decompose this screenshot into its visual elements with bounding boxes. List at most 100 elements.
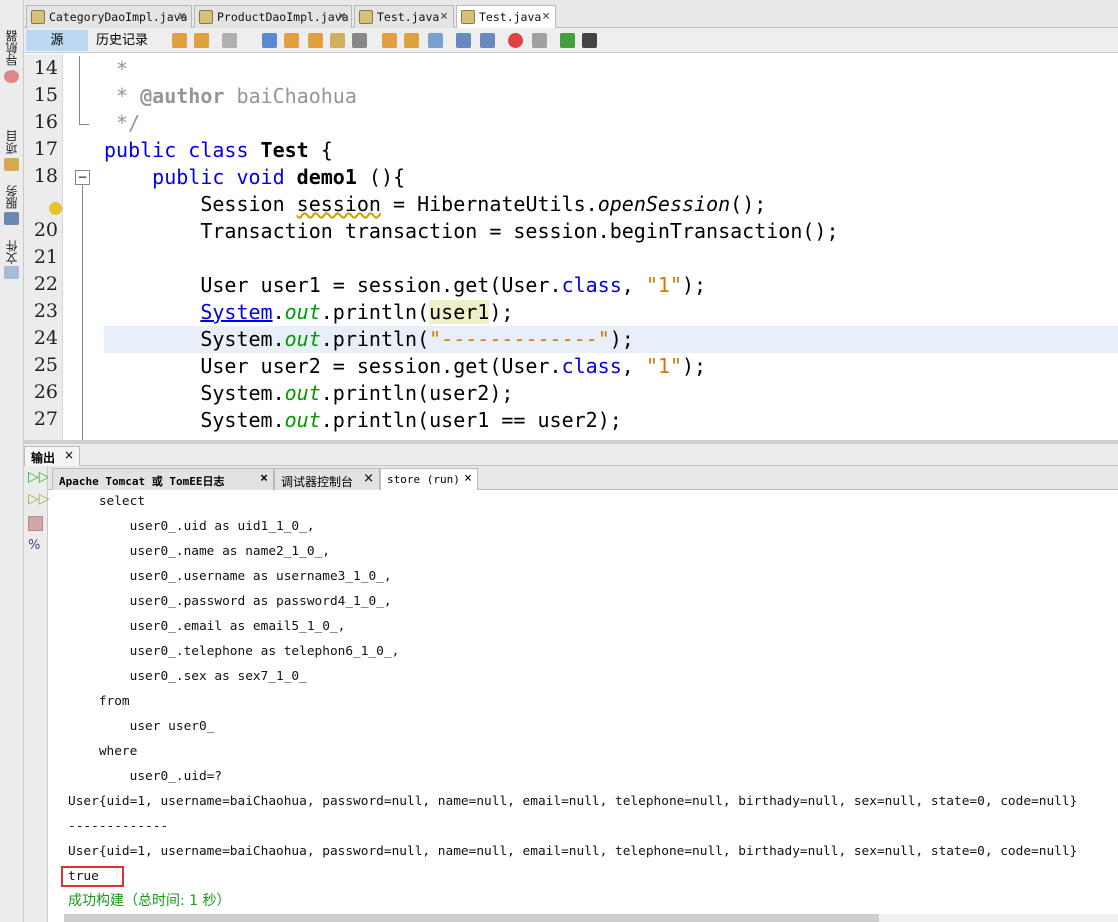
editor-tab-bar: CategoryDaoImpl.java × ProductDaoImpl.java…	[24, 0, 1118, 28]
line-number: 27	[33, 408, 58, 430]
console-line: user user0_	[68, 719, 215, 734]
close-icon[interactable]: ×	[464, 471, 472, 486]
java-file-icon	[31, 10, 45, 24]
back-icon[interactable]	[172, 33, 187, 48]
disabled-icon[interactable]	[222, 33, 237, 48]
code-line: Transaction transaction = session.beginT…	[104, 218, 1118, 245]
history-view-button[interactable]: 历史记录	[96, 30, 148, 51]
files-panel-tab[interactable]: 文件	[3, 240, 20, 264]
select-rectangle-icon[interactable]	[352, 33, 367, 48]
toggle-highlight-icon[interactable]	[330, 33, 345, 48]
code-line: public class Test {	[104, 137, 1118, 164]
output-subtab[interactable]: 调试器控制台 ×	[274, 468, 380, 490]
code-token: ,	[621, 273, 646, 297]
subtab-label: 调试器控制台	[281, 475, 354, 489]
stop-macro-icon[interactable]	[532, 33, 547, 48]
code-token: = HibernateUtils.	[380, 192, 598, 216]
line-number: 21	[33, 246, 58, 268]
side-panel-strip: 导航器 项目 服务 文件	[0, 0, 24, 922]
close-icon[interactable]: ×	[440, 9, 448, 24]
console-line: user0_.name as name2_1_0_,	[68, 544, 330, 559]
code-token: out	[284, 408, 321, 432]
code-token: System.	[104, 327, 285, 351]
rerun-icon[interactable]: ▷▷	[28, 470, 50, 485]
code-token: Session	[104, 192, 297, 216]
comment-icon[interactable]	[560, 33, 575, 48]
line-number: 25	[33, 354, 58, 376]
close-icon[interactable]: ×	[542, 9, 550, 24]
highlight-box	[61, 866, 124, 887]
code-token: System.	[104, 408, 285, 432]
uncomment-icon[interactable]	[582, 33, 597, 48]
close-icon[interactable]: ×	[64, 448, 74, 462]
console-line: where	[68, 744, 138, 759]
navigator-panel-tab[interactable]: 导航器	[3, 30, 20, 66]
projects-panel-tab[interactable]: 项目	[3, 130, 20, 154]
code-token: *	[104, 84, 141, 108]
close-icon[interactable]: ×	[260, 471, 268, 486]
projects-icon	[4, 158, 19, 171]
files-icon	[4, 266, 19, 279]
collapse-fold-button[interactable]: −	[75, 170, 90, 185]
code-token: ,	[621, 354, 646, 378]
code-editor[interactable]: * * @author baiChaohua */public class Te…	[100, 54, 1118, 440]
editor-tab[interactable]: Test.java ×	[456, 5, 556, 28]
code-token: );	[489, 300, 514, 324]
toggle-bookmark-icon[interactable]	[428, 33, 443, 48]
code-line: User user1 = session.get(User.class, "1"…	[104, 272, 1118, 299]
close-icon[interactable]: ×	[363, 471, 374, 486]
code-token: baiChaohua	[224, 84, 357, 108]
editor-tab[interactable]: Test.java ×	[354, 5, 454, 28]
forward-icon[interactable]	[194, 33, 209, 48]
editor-tab[interactable]: ProductDaoImpl.java ×	[194, 5, 352, 28]
code-token: public class	[104, 138, 249, 162]
shift-left-icon[interactable]	[456, 33, 471, 48]
find-icon[interactable]	[262, 33, 277, 48]
code-token: );	[682, 273, 707, 297]
source-view-button[interactable]: 源	[26, 30, 88, 51]
services-panel-tab[interactable]: 服务	[3, 185, 20, 209]
find-next-icon[interactable]	[308, 33, 323, 48]
close-icon[interactable]: ×	[338, 9, 346, 24]
console-line: select	[68, 494, 146, 509]
stop-icon[interactable]	[28, 516, 43, 531]
output-subtab[interactable]: Apache Tomcat 或 TomEE日志 ×	[52, 468, 274, 490]
code-line: */	[104, 110, 1118, 137]
code-line: System.out.println(user1);	[104, 299, 1118, 326]
code-token: );	[682, 354, 707, 378]
rerun-with-args-icon[interactable]: ▷▷	[28, 492, 50, 507]
editor-toolbar: 源 历史记录	[24, 28, 1118, 53]
code-line: *	[104, 56, 1118, 83]
horizontal-scrollbar[interactable]	[64, 914, 1118, 922]
code-token: .println(	[320, 327, 430, 351]
code-token: User user1 = session.get(User.	[104, 273, 562, 297]
scrollbar-thumb[interactable]	[64, 914, 879, 922]
console-line: user0_.uid=?	[68, 769, 223, 784]
code-token: System.	[104, 381, 285, 405]
output-subtab[interactable]: store (run) ×	[380, 468, 478, 490]
console-line: user0_.username as username3_1_0_,	[68, 569, 392, 584]
line-number: 14	[33, 57, 58, 79]
console-output[interactable]: select user0_.uid as uid1_1_0_, user0_.n…	[48, 490, 1118, 914]
code-token: user1	[429, 300, 490, 324]
fold-line	[82, 185, 83, 440]
code-token: .println(user1 == user2);	[320, 408, 622, 432]
console-line: user0_.uid as uid1_1_0_,	[68, 519, 315, 534]
record-macro-icon[interactable]	[508, 33, 523, 48]
output-window-tab[interactable]: 输出 ×	[24, 446, 81, 468]
subtab-label: Apache Tomcat 或 TomEE日志	[59, 475, 225, 488]
settings-icon[interactable]: %	[28, 538, 43, 553]
code-token: );	[609, 327, 634, 351]
shift-right-icon[interactable]	[480, 33, 495, 48]
code-line: System.out.println("-------------");	[104, 326, 1118, 353]
console-line: user0_.password as password4_1_0_,	[68, 594, 392, 609]
previous-bookmark-icon[interactable]	[382, 33, 397, 48]
close-icon[interactable]: ×	[178, 9, 186, 24]
lightbulb-hint-icon[interactable]	[49, 202, 62, 215]
editor-tab[interactable]: CategoryDaoImpl.java ×	[26, 5, 192, 28]
next-bookmark-icon[interactable]	[404, 33, 419, 48]
code-token: ();	[730, 192, 767, 216]
find-previous-icon[interactable]	[284, 33, 299, 48]
